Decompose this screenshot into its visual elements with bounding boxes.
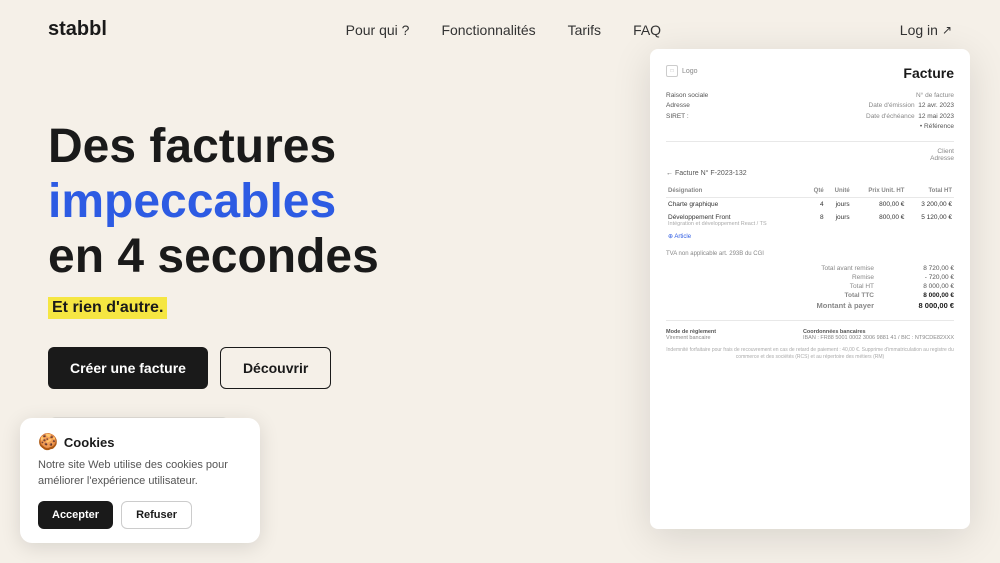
total-avant-remise: Total avant remise 8 720,00 €: [794, 265, 954, 272]
nav-tarifs[interactable]: Tarifs: [568, 22, 601, 38]
invoice-sender: Raison sociale Adresse SIRET :: [666, 91, 708, 133]
cookie-icon: 🍪: [38, 432, 58, 452]
add-article-row[interactable]: ⊕ Article: [666, 230, 954, 243]
table-row: Développement Front Intégration et dével…: [666, 211, 954, 230]
cookie-accept-button[interactable]: Accepter: [38, 501, 113, 529]
invoice-footer-note: Indemnité forfaitaire pour frais de reco…: [666, 347, 954, 361]
invoice-logo: □ Logo: [666, 65, 698, 77]
hero-buttons: Créer une facture Découvrir: [48, 347, 508, 389]
cookie-buttons: Accepter Refuser: [38, 501, 242, 529]
logo[interactable]: stabbl: [48, 18, 107, 41]
tva-note: TVA non applicable art. 293B du CGI: [666, 251, 954, 257]
create-invoice-button[interactable]: Créer une facture: [48, 347, 208, 389]
cookie-refuse-button[interactable]: Refuser: [121, 501, 192, 529]
total-remise: Remise - 720,00 €: [794, 274, 954, 281]
montant-a-payer: Montant à payer 8 000,00 €: [794, 301, 954, 310]
hero-content: Des factures impeccables en 4 secondes E…: [48, 89, 508, 459]
invoice-client: Client Adresse: [666, 148, 954, 162]
total-ttc: Total TTC 8 000,00 €: [794, 292, 954, 299]
col-qte: Qté: [807, 185, 826, 198]
col-prix: Prix Unit. HT: [852, 185, 907, 198]
total-ht: Total HT 8 000,00 €: [794, 283, 954, 290]
col-unite: Unité: [826, 185, 852, 198]
invoice-title: Facture: [903, 65, 954, 81]
cookie-header: 🍪 Cookies: [38, 432, 242, 452]
invoice-totals: Total avant remise 8 720,00 € Remise - 7…: [666, 265, 954, 310]
invoice-header: □ Logo Facture: [666, 65, 954, 81]
hero-title: Des factures impeccables en 4 secondes: [48, 119, 508, 285]
nav-fonctionnalites[interactable]: Fonctionnalités: [441, 22, 535, 38]
nav-pour-qui[interactable]: Pour qui ?: [346, 22, 410, 38]
login-button[interactable]: Log in ↗: [900, 22, 952, 38]
cookie-text: Notre site Web utilise des cookies pour …: [38, 458, 242, 489]
navbar: stabbl Pour qui ? Fonctionnalités Tarifs…: [0, 0, 1000, 59]
col-designation: Désignation: [666, 185, 807, 198]
invoice-logo-icon: □: [666, 65, 678, 77]
invoice-ref: ← Facture N° F-2023-132: [666, 170, 954, 177]
invoice-meta-right: N° de facture Date d'émission 12 avr. 20…: [866, 91, 954, 133]
hero-subtitle: Et rien d'autre.: [48, 297, 167, 319]
invoice-bank-coords: Coordonnées bancaires IBAN : FR88 5001 0…: [803, 329, 954, 341]
nav-faq[interactable]: FAQ: [633, 22, 661, 38]
invoice-preview: □ Logo Facture Raison sociale Adresse SI…: [650, 49, 970, 529]
login-arrow-icon: ↗: [942, 23, 952, 37]
col-total: Total HT: [906, 185, 954, 198]
invoice-footer: Mode de règlement Virement bancaire Coor…: [666, 329, 954, 341]
hero-section: Des factures impeccables en 4 secondes E…: [0, 59, 1000, 459]
nav-links: Pour qui ? Fonctionnalités Tarifs FAQ: [346, 22, 661, 38]
table-row: Charte graphique 4 jours 800,00 € 3 200,…: [666, 197, 954, 211]
cookie-banner: 🍪 Cookies Notre site Web utilise des coo…: [20, 418, 260, 543]
discover-button[interactable]: Découvrir: [220, 347, 331, 389]
invoice-meta: Raison sociale Adresse SIRET : N° de fac…: [666, 91, 954, 133]
cookie-title: Cookies: [64, 435, 115, 450]
invoice-table: Désignation Qté Unité Prix Unit. HT Tota…: [666, 185, 954, 243]
invoice-payment-mode: Mode de règlement Virement bancaire: [666, 329, 716, 341]
